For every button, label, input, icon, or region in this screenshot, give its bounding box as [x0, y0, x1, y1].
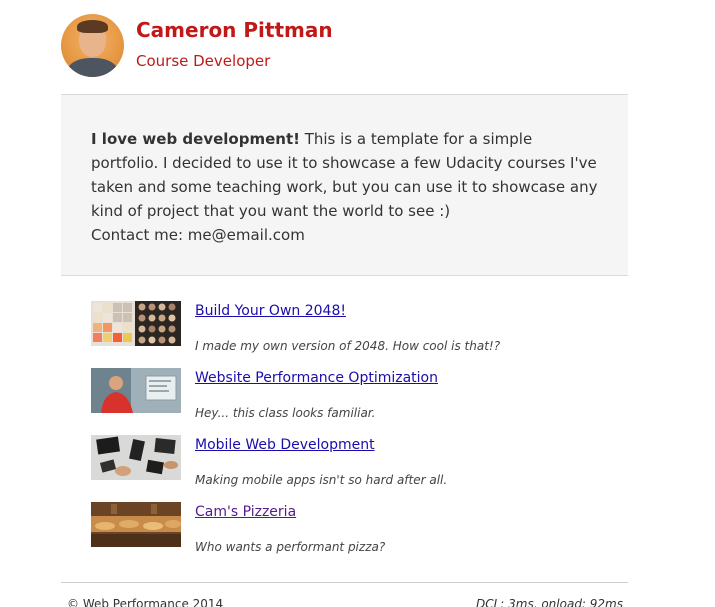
project-description: Making mobile apps isn't so hard after a…	[195, 473, 448, 487]
project-item: Website Performance Optimization Hey... …	[91, 366, 628, 433]
project-item: Mobile Web Development Making mobile app…	[91, 433, 628, 500]
footer-copyright: © Web Performance 2014	[67, 597, 224, 607]
project-item: Cam's Pizzeria Who wants a performant pi…	[91, 500, 628, 567]
footer-divider	[61, 582, 628, 583]
project-description: I made my own version of 2048. How cool …	[195, 339, 501, 353]
profile-role: Course Developer	[136, 52, 271, 70]
intro-section: I love web development! This is a templa…	[61, 94, 628, 276]
project-thumbnail-pizzeria[interactable]	[91, 502, 181, 547]
intro-text: I love web development! This is a templa…	[91, 127, 598, 247]
project-list: Build Your Own 2048! I made my own versi…	[91, 299, 628, 567]
contact-line: Contact me: me@email.com	[91, 226, 305, 244]
project-thumbnail-mobile[interactable]	[91, 435, 181, 480]
project-item: Build Your Own 2048! I made my own versi…	[91, 299, 628, 366]
project-link-2048[interactable]: Build Your Own 2048!	[195, 303, 346, 319]
project-thumbnail-performance[interactable]	[91, 368, 181, 413]
project-description: Who wants a performant pizza?	[195, 540, 386, 554]
intro-bold: I love web development!	[91, 130, 300, 148]
footer-perf: DCL: 3ms, onload: 92ms	[475, 597, 623, 607]
project-link-performance[interactable]: Website Performance Optimization	[195, 370, 438, 386]
avatar	[61, 14, 124, 77]
profile-name: Cameron Pittman	[136, 18, 333, 42]
project-link-pizzeria[interactable]: Cam's Pizzeria	[195, 504, 296, 520]
project-link-mobile[interactable]: Mobile Web Development	[195, 437, 375, 453]
profile-header: Cameron Pittman Course Developer	[61, 14, 628, 94]
project-description: Hey... this class looks familiar.	[195, 406, 376, 420]
project-thumbnail-2048[interactable]	[91, 301, 181, 346]
